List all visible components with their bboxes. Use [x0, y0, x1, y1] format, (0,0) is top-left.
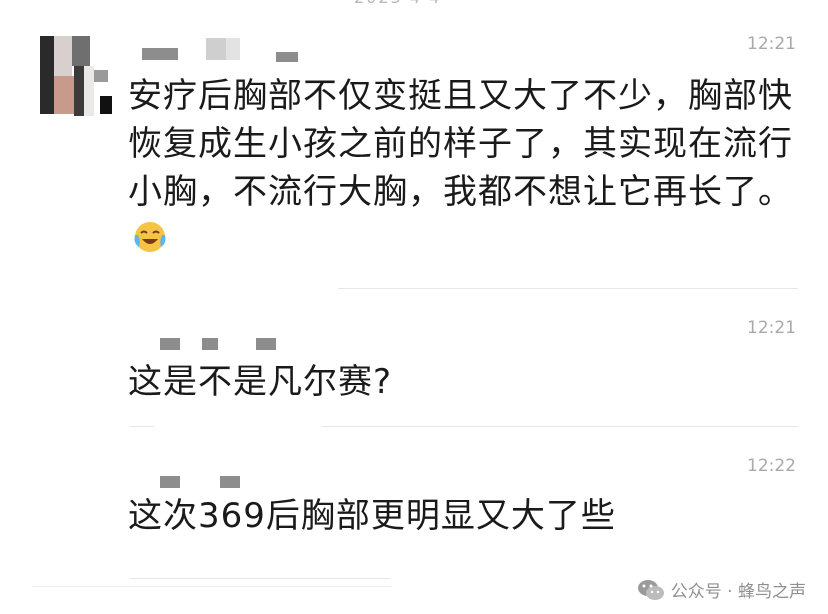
comment-3: 12:22 这次369后胸部更明显又大了些 [0, 430, 828, 580]
face-with-tears-of-joy-icon [134, 222, 166, 252]
watermark-text: 公众号 · 蜂鸟之声 [670, 582, 806, 602]
chat-screenshot: 2023 4 4 12:21 安疗后胸部不仅变挺且又大了不少，胸部快恢复成生小孩… [0, 0, 828, 614]
comment-time: 12:22 [747, 456, 796, 476]
comment-time: 12:21 [747, 318, 796, 338]
comment-1: 12:21 安疗后胸部不仅变挺且又大了不少，胸部快恢复成生小孩之前的样子了，其实… [0, 0, 828, 290]
watermark: 公众号 · 蜂鸟之声 [637, 577, 806, 602]
bottom-divider [32, 586, 392, 587]
redacted-username [142, 38, 302, 62]
divider [322, 426, 798, 427]
comment-text-content: 安疗后胸部不仅变挺且又大了不少，胸部快恢复成生小孩之前的样子了，其实现在流行小胸… [128, 76, 793, 212]
comment-text: 这是不是凡尔赛? [128, 362, 393, 402]
divider [130, 578, 390, 579]
comment-time: 12:21 [747, 34, 796, 54]
wechat-icon [637, 579, 664, 600]
comment-2: 12:21 这是不是凡尔赛? [0, 290, 828, 430]
redacted-username [160, 476, 240, 488]
comment-text: 这次369后胸部更明显又大了些 [128, 496, 616, 536]
avatar[interactable] [40, 36, 118, 116]
comment-text: 安疗后胸部不仅变挺且又大了不少，胸部快恢复成生小孩之前的样子了，其实现在流行小胸… [128, 72, 798, 264]
divider [338, 288, 798, 289]
redacted-username [160, 338, 290, 350]
divider [130, 426, 154, 427]
